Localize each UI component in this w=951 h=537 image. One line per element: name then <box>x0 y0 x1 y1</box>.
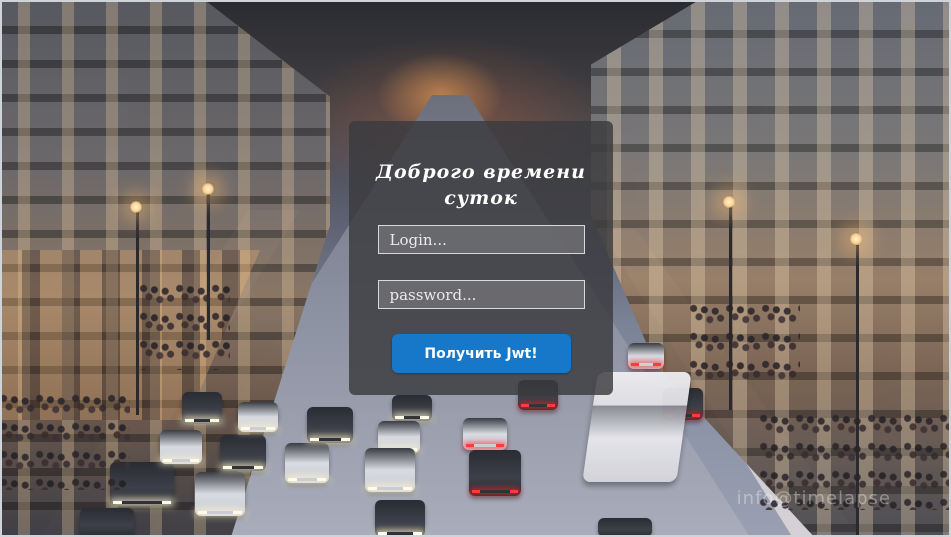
password-input[interactable] <box>377 280 585 309</box>
street-lamp-light <box>849 232 863 246</box>
car <box>220 435 266 471</box>
get-jwt-button[interactable]: Получить Jwt! <box>391 334 571 373</box>
car <box>238 402 278 432</box>
car <box>365 448 415 492</box>
car <box>195 472 245 516</box>
pedestrians <box>0 390 130 490</box>
car <box>375 500 425 537</box>
pedestrians <box>140 280 230 370</box>
car <box>469 450 521 496</box>
street-lamp-pole <box>136 210 139 415</box>
car <box>463 418 507 450</box>
car <box>628 343 664 369</box>
car <box>160 430 202 464</box>
street-lamp-light <box>129 200 143 214</box>
car <box>598 518 652 537</box>
car <box>80 508 134 537</box>
pedestrians <box>690 300 800 380</box>
login-title: Доброго времени суток <box>376 161 586 209</box>
street-lamp-light <box>722 195 736 209</box>
street-lamp-light <box>201 182 215 196</box>
photo-watermark: info@timelapse <box>736 488 891 509</box>
login-form: Доброго времени суток Получить Jwt! <box>349 121 613 395</box>
car <box>182 392 222 424</box>
login-input[interactable] <box>377 225 585 254</box>
login-page: info@timelapse Доброго времени суток Пол… <box>0 0 951 537</box>
car <box>285 443 329 483</box>
car <box>307 407 353 443</box>
car <box>392 395 432 421</box>
